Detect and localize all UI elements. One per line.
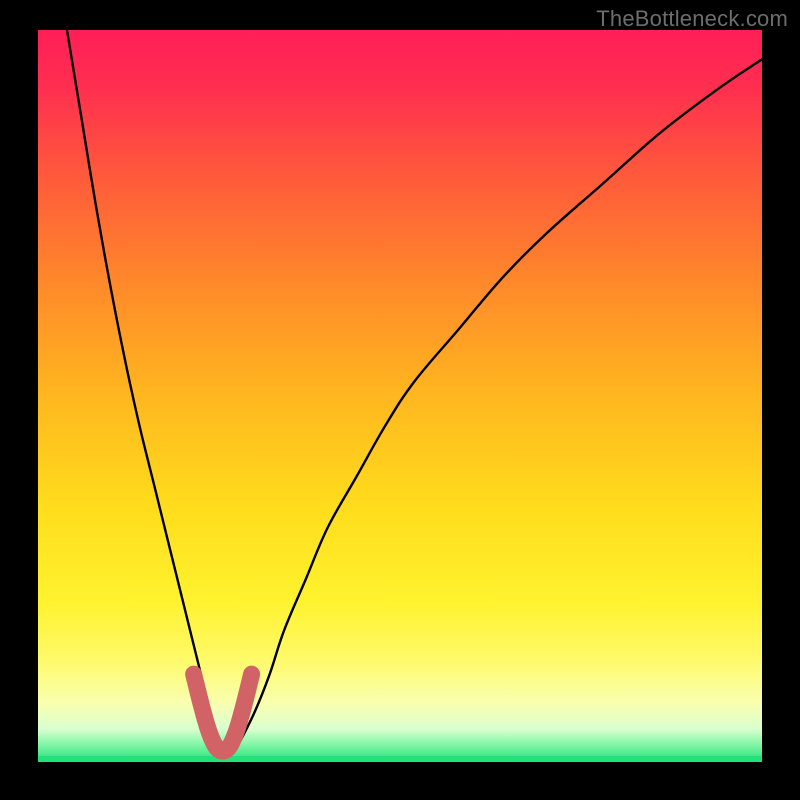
bottleneck-chart — [0, 0, 800, 800]
watermark-text: TheBottleneck.com — [596, 6, 788, 32]
chart-frame: TheBottleneck.com — [0, 0, 800, 800]
green-baseline — [38, 756, 762, 762]
